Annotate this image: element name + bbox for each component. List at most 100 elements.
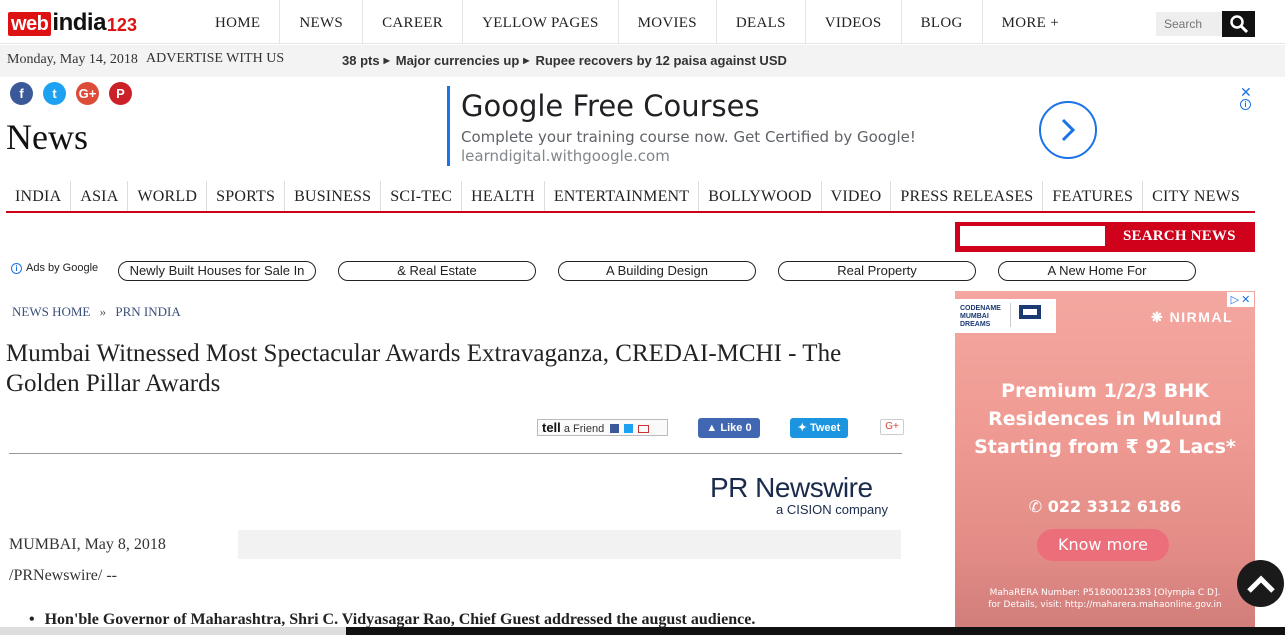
pr-newswire-logo: PR Newswire a CISION company [710, 473, 900, 517]
ad-pill-link[interactable]: A New Home For [998, 261, 1196, 281]
ad-choices-info-icon: ▷ [1230, 294, 1240, 306]
ad-choices-close-icon: ✕ [1241, 294, 1251, 306]
tweet-label: Tweet [809, 422, 841, 434]
category-sports[interactable]: SPORTS [206, 181, 284, 211]
category-city-news[interactable]: CITY NEWS [1142, 181, 1249, 211]
twitter-mini-icon [624, 424, 634, 433]
ticker-item[interactable]: Rupee recovers by 12 paisa against USD [535, 53, 786, 68]
ad-pill-link[interactable]: & Real Estate [338, 261, 536, 281]
ad-headline[interactable]: Google Free Courses [461, 89, 760, 123]
side-ad-logo: CODENAME MUMBAI DREAMS [955, 299, 1056, 333]
article-title: Mumbai Witnessed Most Spectacular Awards… [6, 340, 842, 397]
side-ad-brand: ❋ NIRMAL [1151, 309, 1233, 326]
prn-subtitle: a CISION company [776, 502, 888, 517]
search-button[interactable] [1222, 11, 1255, 37]
ad-choices-icon[interactable]: ▷ ✕ [1227, 292, 1254, 307]
side-ad-brand-text: NIRMAL [1169, 309, 1234, 325]
twitter-icon[interactable]: t [43, 82, 66, 105]
google-plus-button[interactable]: G+ [880, 419, 904, 435]
nav-item-home[interactable]: HOME [196, 0, 279, 44]
nav-item-videos[interactable]: VIDEOS [804, 0, 901, 44]
breadcrumb-news-home[interactable]: NEWS HOME [12, 304, 90, 319]
side-ad-logo-text: CODENAME MUMBAI DREAMS [960, 305, 1001, 328]
ad-pill-link[interactable]: Newly Built Houses for Sale In [118, 261, 316, 281]
category-entertainment[interactable]: ENTERTAINMENT [543, 181, 698, 211]
top-ad-banner[interactable]: Google Free Courses Complete your traini… [447, 86, 1255, 166]
category-business[interactable]: BUSINESS [284, 181, 380, 211]
nav-item-more[interactable]: MORE + [981, 0, 1078, 44]
side-ad-banner[interactable]: CODENAME MUMBAI DREAMS ❋ NIRMAL ▷ ✕ Premi… [955, 291, 1255, 635]
bottom-strip [0, 627, 1285, 635]
shapoorji-logo-icon [1010, 303, 1048, 327]
top-bar: web india 123 HOME NEWS CAREER YELLOW PAGES… [0, 0, 1285, 44]
article-divider [9, 453, 902, 454]
category-press-releases[interactable]: PRESS RELEASES [890, 181, 1042, 211]
logo-india: india [52, 9, 106, 36]
facebook-mini-icon [610, 424, 620, 433]
advertise-link[interactable]: ADVERTISE WITH US [146, 51, 284, 67]
ad-info-icon[interactable]: i [1240, 99, 1251, 110]
ad-arrow-button[interactable] [1039, 101, 1097, 159]
site-search-input[interactable] [1156, 12, 1222, 36]
twitter-bird-icon: ✦ [797, 422, 807, 434]
ads-by-google-label[interactable]: i Ads by Google [11, 262, 98, 274]
category-sci-tec[interactable]: SCI-TEC [380, 181, 461, 211]
info-icon: i [11, 262, 22, 274]
mail-mini-icon [638, 425, 650, 433]
search-news-button[interactable]: SEARCH NEWS [1123, 228, 1236, 245]
nav-item-news[interactable]: NEWS [279, 0, 362, 44]
ticker-item[interactable]: Major currencies up [396, 53, 520, 68]
category-bollywood[interactable]: BOLLYWOOD [698, 181, 820, 211]
nav-item-deals[interactable]: DEALS [715, 0, 805, 44]
bottom-strip-light [0, 627, 346, 635]
tweet-button[interactable]: ✦ Tweet [790, 418, 848, 438]
prn-name: PR Newswire [710, 472, 873, 503]
category-world[interactable]: WORLD [127, 181, 206, 211]
breadcrumb-prn-india[interactable]: PRN INDIA [115, 304, 180, 319]
article-source: /PRNewswire/ -- [9, 567, 117, 584]
scroll-to-top-button[interactable] [1237, 560, 1284, 607]
side-ad-phone-number: 022 3312 6186 [1047, 497, 1182, 516]
tell-a-friend-button[interactable]: tell a Friend [537, 419, 668, 436]
ticker-item[interactable]: 38 pts [342, 53, 380, 68]
news-ticker[interactable]: 38 pts ▶ Major currencies up ▶ Rupee recover… [342, 53, 787, 68]
pinterest-icon[interactable]: P [109, 82, 132, 105]
nav-item-movies[interactable]: MOVIES [617, 0, 716, 44]
facebook-icon[interactable]: f [10, 82, 33, 105]
nav-item-blog[interactable]: BLOG [900, 0, 982, 44]
article-dateline: MUMBAI, May 8, 2018 [9, 536, 166, 553]
nav-item-yellow-pages[interactable]: YELLOW PAGES [462, 0, 618, 44]
ad-pill-link[interactable]: Real Property [778, 261, 976, 281]
category-video[interactable]: VIDEO [820, 181, 891, 211]
side-ad-headline: Premium 1/2/3 BHK Residences in Mulund S… [974, 380, 1236, 458]
ticker-arrow-icon: ▶ [383, 56, 390, 65]
ad-url[interactable]: learndigital.withgoogle.com [461, 147, 670, 165]
category-india[interactable]: INDIA [6, 181, 70, 211]
like-label: Like 0 [720, 422, 752, 434]
category-asia[interactable]: ASIA [70, 181, 127, 211]
section-title: News [6, 117, 88, 157]
logo-number: 123 [106, 15, 137, 35]
main-nav: HOME NEWS CAREER YELLOW PAGES MOVIES DEALS VID… [196, 0, 1078, 44]
news-search-input[interactable] [960, 226, 1105, 246]
date-bar: Monday, May 14, 2018 ADVERTISE WITH US 3… [0, 45, 1285, 77]
know-more-button[interactable]: Know more [1037, 529, 1169, 561]
category-features[interactable]: FEATURES [1042, 181, 1142, 211]
side-ad-phone[interactable]: ✆ 022 3312 6186 [955, 497, 1255, 516]
search-icon [1229, 15, 1248, 34]
site-logo[interactable]: web india 123 [8, 8, 137, 36]
side-ad-rera: MahaRERA Number: P51800012383 [Olympia C… [955, 587, 1255, 611]
ads-label-text: Ads by Google [26, 262, 99, 274]
news-search-box: SEARCH NEWS [955, 222, 1255, 252]
nav-item-career[interactable]: CAREER [362, 0, 462, 44]
tell-label: tell [542, 420, 561, 435]
nirmal-logo-icon: ❋ [1151, 309, 1170, 325]
google-plus-icon[interactable]: G+ [76, 82, 99, 105]
facebook-like-button[interactable]: ▲ Like 0 [698, 418, 760, 438]
category-nav: INDIA ASIA WORLD SPORTS BUSINESS SCI-TEC HEALT… [6, 181, 1255, 213]
ad-pill-link[interactable]: A Building Design [558, 261, 756, 281]
share-row: tell a Friend ▲ Like 0 ✦ Tweet G+ [537, 418, 907, 438]
phone-icon: ✆ [1028, 497, 1048, 516]
grey-placeholder-box [238, 530, 901, 559]
category-health[interactable]: HEALTH [461, 181, 544, 211]
